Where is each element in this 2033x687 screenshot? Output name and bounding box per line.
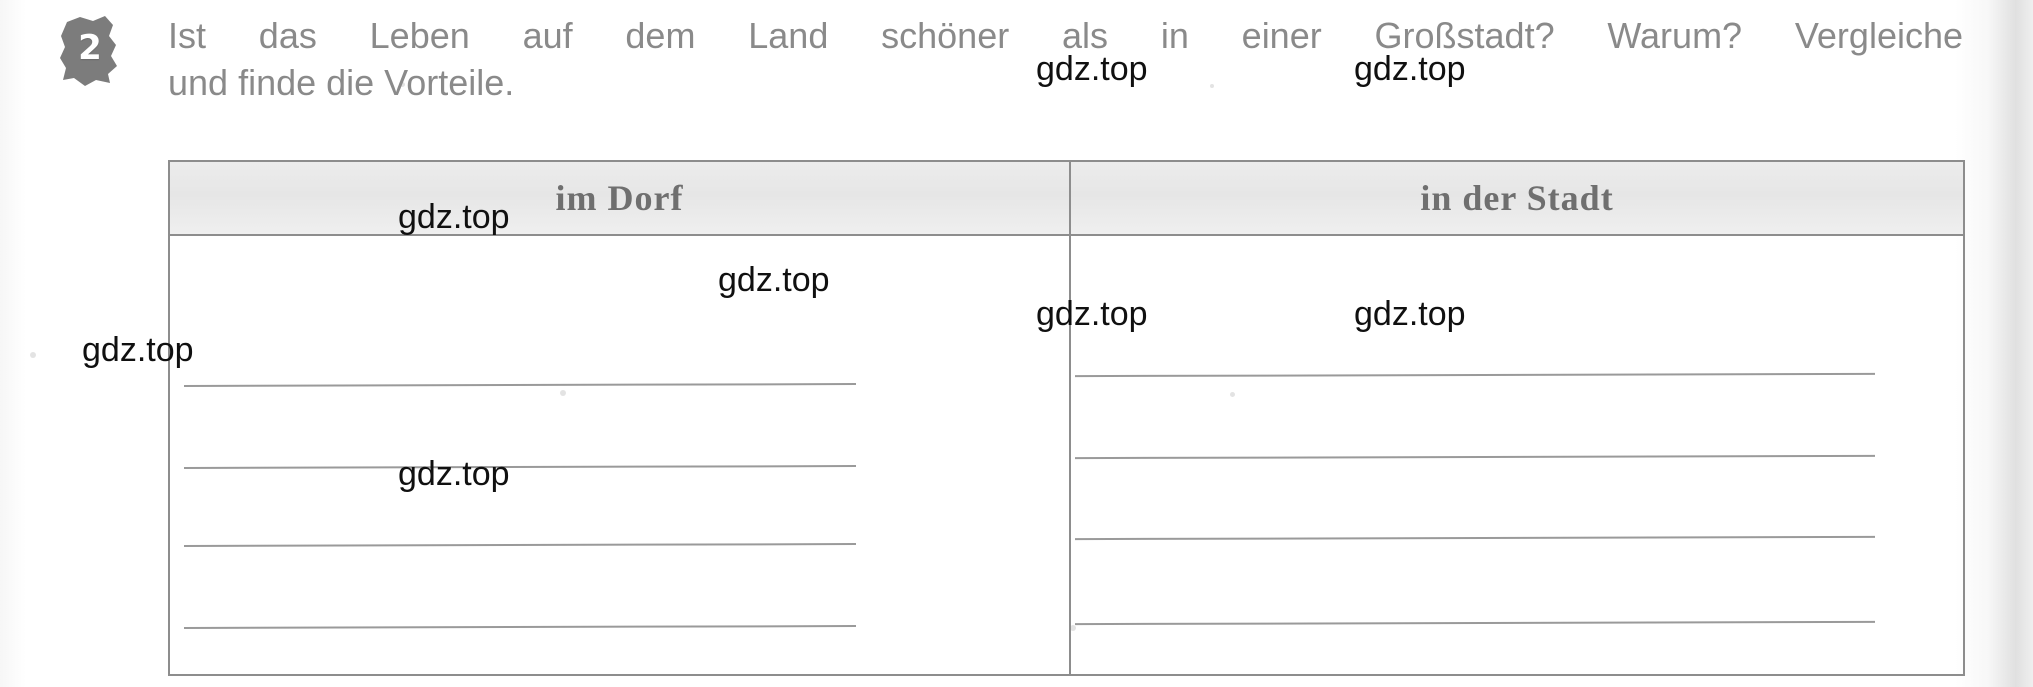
table-header-cell-im-dorf: im Dorf	[555, 178, 684, 218]
page-edge-shadow-left	[0, 0, 26, 687]
writing-line-left-3[interactable]	[183, 543, 857, 547]
table-header-cell-in-der-stadt: in der Stadt	[1069, 162, 1963, 234]
writing-line-right-1[interactable]	[1074, 372, 1876, 378]
writing-line-left-1[interactable]	[183, 383, 857, 387]
watermark: gdz.top	[398, 455, 510, 493]
scan-speckle	[30, 352, 36, 358]
page-edge-shadow-right	[1955, 0, 2033, 687]
watermark: gdz.top	[398, 198, 510, 236]
watermark: gdz.top	[1036, 295, 1148, 333]
exercise-number-badge: 2	[58, 14, 122, 88]
exercise-number-label: 2	[78, 28, 102, 68]
watermark: gdz.top	[1354, 50, 1466, 88]
comparison-table: im Dorf in der Stadt	[168, 160, 1965, 676]
writing-line-right-2[interactable]	[1074, 454, 1876, 460]
watermark: gdz.top	[82, 331, 194, 369]
worksheet-page: 2 Ist das Leben auf dem Land schöner als…	[0, 0, 2033, 687]
watermark: gdz.top	[1354, 295, 1466, 333]
writing-line-left-2[interactable]	[183, 465, 857, 469]
watermark: gdz.top	[1036, 50, 1148, 88]
writing-line-right-3[interactable]	[1074, 535, 1876, 541]
writing-line-left-4[interactable]	[183, 625, 857, 629]
writing-line-right-4[interactable]	[1074, 620, 1876, 626]
watermark: gdz.top	[718, 261, 830, 299]
